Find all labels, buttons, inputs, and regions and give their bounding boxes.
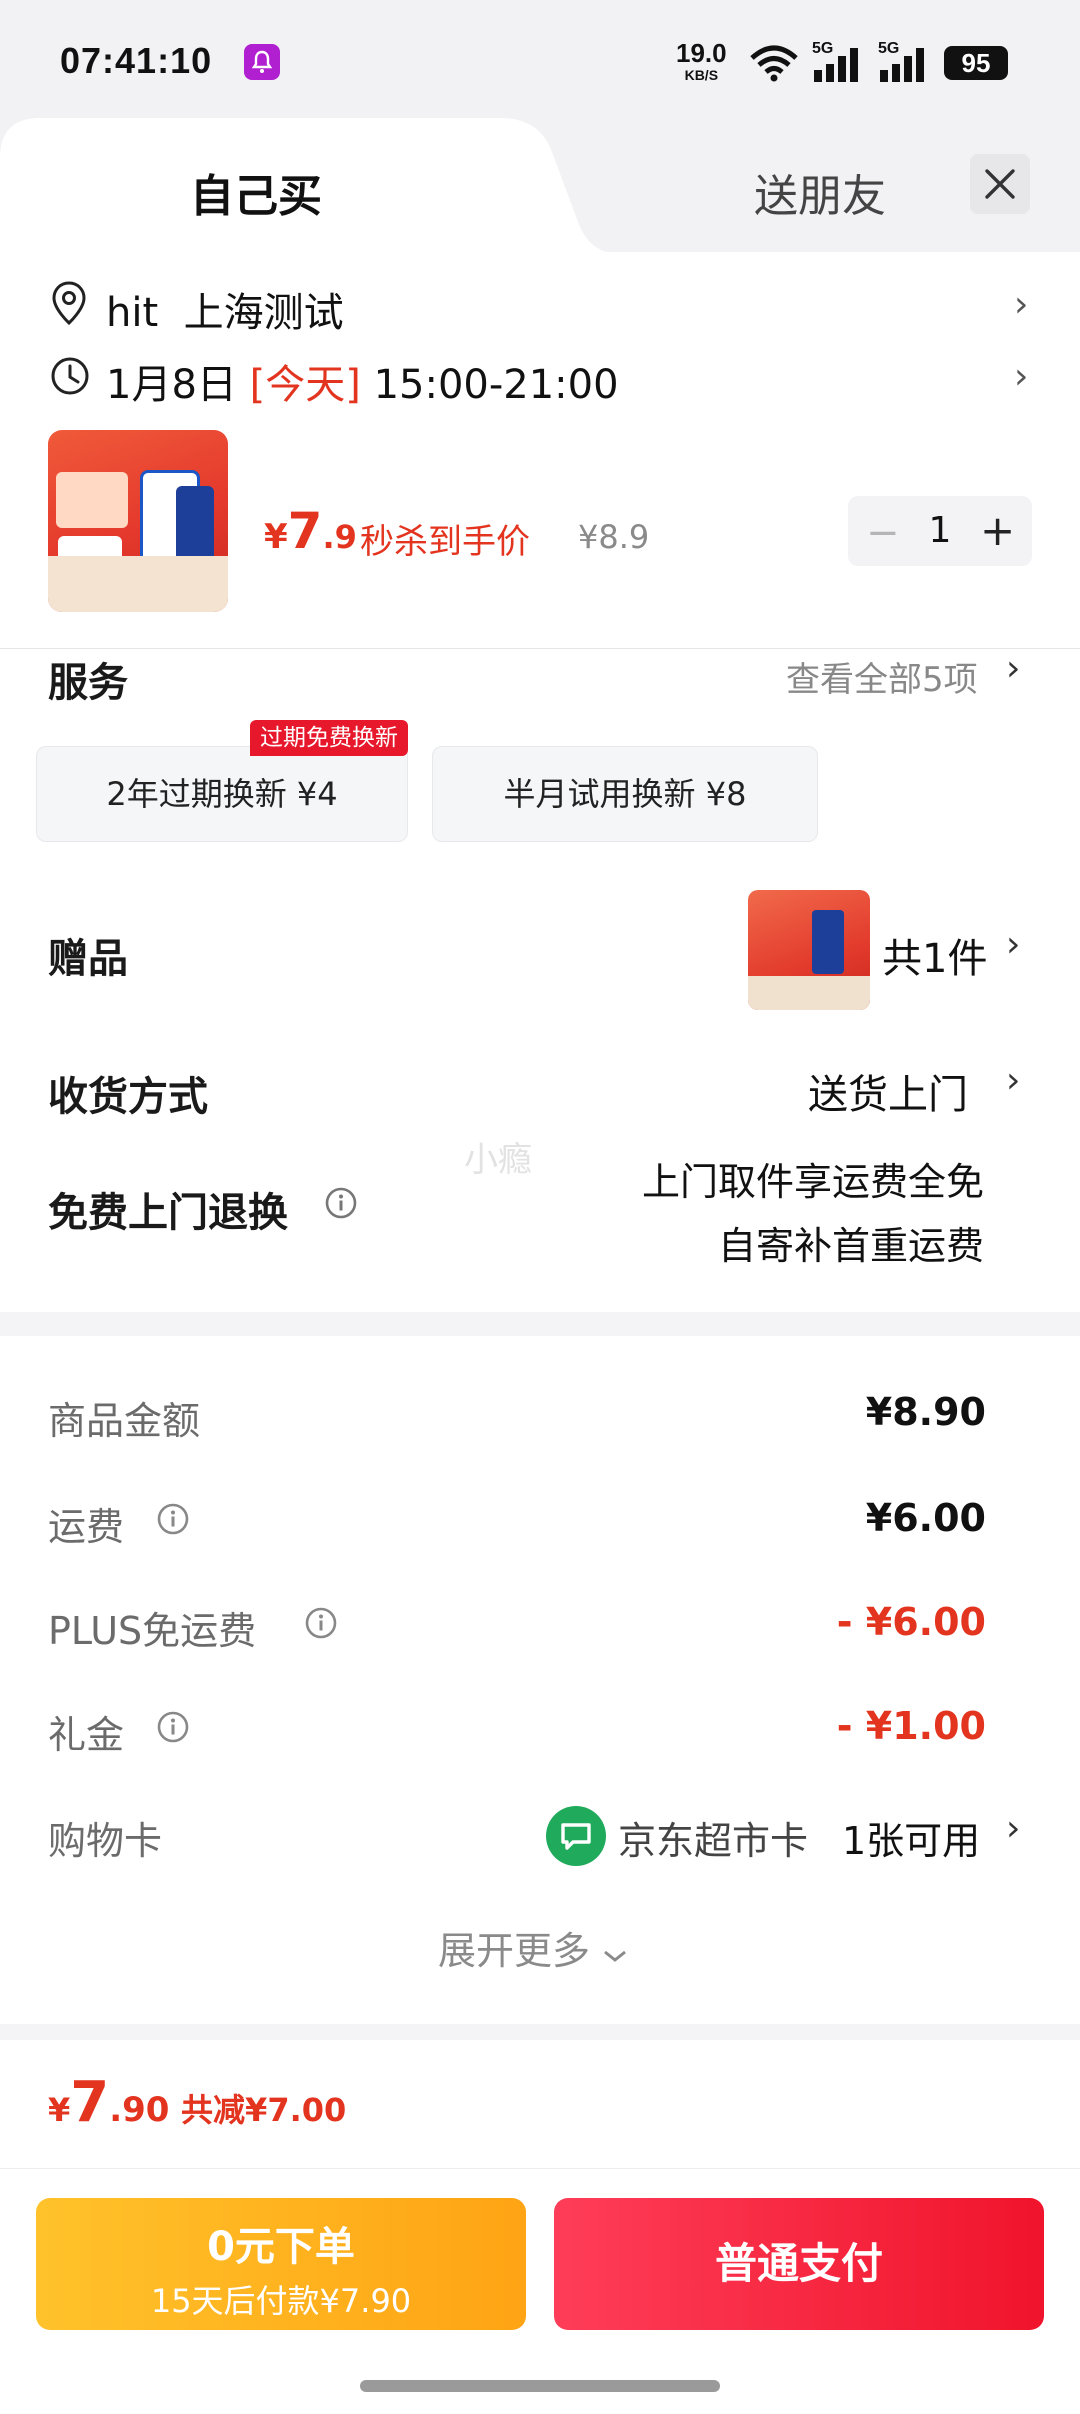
watermark: 小瘾	[464, 1140, 532, 1180]
address-row[interactable]: hit 上海测试	[106, 280, 344, 338]
price-int: 7	[287, 502, 323, 560]
gift-title: 赠品	[48, 936, 128, 982]
plus-free-shipping-label: PLUS免运费	[48, 1609, 257, 1653]
receive-method-title: 收货方式	[48, 1074, 208, 1120]
services-view-all[interactable]: 查看全部5项	[786, 652, 978, 701]
goods-amount-label: 商品金额	[48, 1399, 201, 1443]
price-symbol: ¥	[264, 517, 288, 557]
coupon-info-icon[interactable]	[156, 1710, 190, 1744]
info-icon[interactable]	[324, 1186, 358, 1220]
total-int: 7	[70, 2070, 110, 2135]
gift-chevron-icon[interactable]: ›	[1006, 924, 1020, 965]
address-location: 上海测试	[183, 290, 344, 336]
expand-more-label: 展开更多	[438, 1929, 591, 1973]
pay-later-button[interactable]: 0元下单 15天后付款¥7.90	[36, 2198, 526, 2330]
wifi-icon	[750, 45, 798, 82]
promo-label: 秒杀到手价	[360, 522, 530, 562]
network-speed-value: 19.0	[676, 38, 727, 68]
total-dec: .90	[109, 2090, 170, 2130]
plus-free-shipping-value: - ¥6.00	[836, 1600, 986, 1644]
product-price: ¥7.9	[264, 502, 357, 560]
coupon-label: 礼金	[48, 1713, 125, 1757]
close-icon	[985, 169, 1015, 199]
receive-method-value[interactable]: 送货上门	[808, 1062, 968, 1120]
gift-image[interactable]	[748, 890, 870, 1010]
expand-more-button[interactable]: 展开更多	[438, 1920, 628, 1975]
receive-method-chevron-icon[interactable]: ›	[1006, 1060, 1020, 1101]
delivery-time-row[interactable]: 1月8日 [今天] 15:00-21:00	[106, 352, 619, 410]
network-speed: 19.0 KB/S	[676, 40, 727, 82]
pay-now-button[interactable]: 普通支付	[554, 2198, 1044, 2330]
pay-later-subtitle: 15天后付款¥7.90	[150, 2282, 412, 2320]
pay-later-title: 0元下单	[207, 2224, 355, 2270]
original-price: ¥8.9	[578, 518, 650, 556]
status-time: 07:41:10	[60, 40, 213, 81]
chevron-down-icon	[604, 1950, 627, 1962]
quantity-value[interactable]: 1	[928, 510, 952, 551]
divider	[0, 648, 1080, 649]
battery-indicator: 95	[944, 46, 1008, 80]
home-indicator[interactable]	[360, 2380, 720, 2392]
shopping-card-available[interactable]: 1张可用	[842, 1810, 980, 1865]
shopping-card-chevron-icon[interactable]: ›	[1006, 1808, 1020, 1849]
tab-gift[interactable]: 送朋友	[754, 160, 886, 224]
total-symbol: ¥	[48, 2091, 71, 2129]
location-pin-icon	[52, 281, 86, 326]
close-button[interactable]	[970, 154, 1030, 214]
delivery-today: [今天]	[249, 362, 361, 408]
total-saved: 共减¥7.00	[181, 2091, 347, 2129]
product-image[interactable]	[48, 430, 228, 612]
network-speed-unit: KB/S	[684, 67, 719, 83]
signal-1-icon	[814, 48, 858, 82]
services-chevron-icon[interactable]: ›	[1006, 648, 1020, 689]
total-price: ¥7.90 共减¥7.00	[48, 2070, 346, 2135]
free-return-detail: 上门取件享运费全免 自寄补首重运费	[600, 1150, 984, 1278]
delivery-date: 1月8日	[106, 362, 237, 408]
services-title: 服务	[48, 660, 128, 706]
tab-self[interactable]: 自己买	[190, 160, 322, 224]
decrease-button[interactable]: −	[866, 510, 900, 556]
goods-amount-value: ¥8.90	[865, 1390, 986, 1434]
free-return-title: 免费上门退换	[48, 1190, 288, 1236]
service-option-2[interactable]: 半月试用换新 ¥8	[432, 746, 818, 842]
jd-card-icon	[546, 1806, 606, 1866]
service-option-1[interactable]: 2年过期换新 ¥4	[36, 746, 408, 842]
coupon-value: - ¥1.00	[836, 1704, 986, 1748]
free-return-line2: 自寄补首重运费	[717, 1224, 984, 1268]
shipping-label: 运费	[48, 1505, 125, 1549]
shopping-card-name[interactable]: 京东超市卡	[618, 1810, 808, 1865]
section-divider	[0, 1312, 1080, 1336]
section-divider-2	[0, 2024, 1080, 2040]
plus-info-icon[interactable]	[304, 1606, 338, 1640]
gift-count[interactable]: 共1件	[882, 926, 987, 984]
delivery-slot: 15:00-21:00	[373, 362, 619, 408]
price-dec: .9	[322, 518, 357, 556]
delivery-chevron-icon[interactable]: ›	[1014, 356, 1028, 397]
shipping-value: ¥6.00	[865, 1496, 986, 1540]
free-return-line1: 上门取件享运费全免	[641, 1160, 984, 1204]
bottom-divider	[0, 2168, 1080, 2169]
increase-button[interactable]: +	[980, 506, 1015, 555]
notification-bell-icon	[244, 44, 280, 80]
shopping-card-label: 购物卡	[48, 1819, 163, 1863]
address-chevron-icon[interactable]: ›	[1014, 284, 1028, 325]
clock-icon	[51, 357, 89, 395]
address-name: hit	[106, 290, 159, 336]
service-badge: 过期免费换新	[250, 720, 408, 756]
signal-2-icon	[880, 48, 924, 82]
shipping-info-icon[interactable]	[156, 1502, 190, 1536]
